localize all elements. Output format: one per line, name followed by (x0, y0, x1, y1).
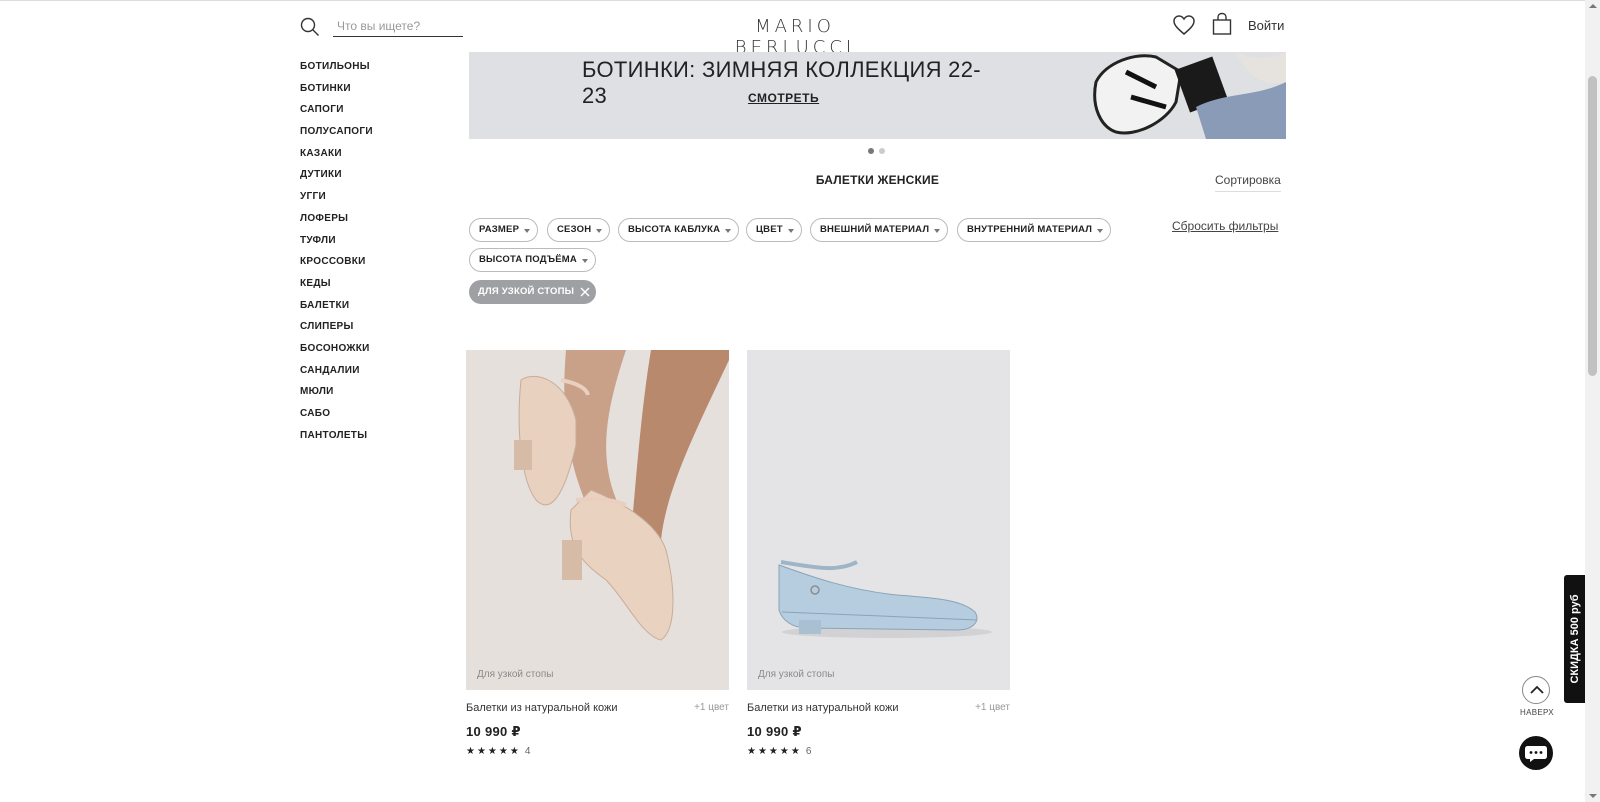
product-card[interactable]: Для узкой стопы Балетки из натуральной к… (466, 350, 729, 757)
product-tag: Для узкой стопы (477, 669, 554, 680)
scroll-to-top-label[interactable]: НАВЕРХ (1516, 708, 1558, 717)
bag-icon[interactable] (1211, 12, 1233, 36)
scrollbar-thumb[interactable] (1588, 76, 1597, 376)
sidebar-item-sabo[interactable]: САБО (300, 403, 460, 425)
chevron-down-icon (524, 229, 531, 233)
close-icon[interactable] (580, 287, 590, 297)
filter-label: ВНУТРЕННИЙ МАТЕРИАЛ (967, 224, 1093, 235)
sidebar-item-dutiki[interactable]: ДУТИКИ (300, 164, 460, 186)
filter-instep-height[interactable]: ВЫСОТА ПОДЪЁМА (469, 248, 596, 272)
sidebar-item-botinki[interactable]: БОТИНКИ (300, 78, 460, 100)
product-price: 10 990 ₽ (747, 724, 802, 739)
sort-dropdown[interactable]: Сортировка (1215, 173, 1281, 192)
filter-heel-height[interactable]: ВЫСОТА КАБЛУКА (618, 218, 740, 242)
scroll-to-top-button[interactable] (1522, 676, 1550, 704)
chevron-down-icon (596, 229, 603, 233)
sidebar-item-myuli[interactable]: МЮЛИ (300, 381, 460, 403)
heart-icon[interactable] (1172, 14, 1196, 36)
sidebar-item-slipery[interactable]: СЛИПЕРЫ (300, 316, 460, 338)
filter-label: СЕЗОН (557, 224, 592, 235)
sidebar-item-sandalii[interactable]: САНДАЛИИ (300, 360, 460, 382)
product-name[interactable]: Балетки из натуральной кожи (466, 702, 618, 714)
sidebar-item-bosonozhki[interactable]: БОСОНОЖКИ (300, 338, 460, 360)
product-colors[interactable]: +1 цвет (694, 702, 729, 713)
filter-label: ЦВЕТ (756, 224, 783, 235)
review-count: 4 (524, 746, 531, 757)
blue-ballet-flats-image (747, 350, 1010, 690)
product-colors[interactable]: +1 цвет (975, 702, 1010, 713)
sidebar-item-baletki[interactable]: БАЛЕТКИ (300, 295, 460, 317)
chevron-down-icon (934, 229, 941, 233)
banner-view-link[interactable]: СМОТРЕТЬ (748, 91, 819, 105)
sidebar-item-botilony[interactable]: БОТИЛЬОНЫ (300, 56, 460, 78)
page-title: БАЛЕТКИ ЖЕНСКИЕ (815, 173, 940, 187)
filter-label: РАЗМЕР (479, 224, 520, 235)
chevron-down-icon (1097, 229, 1104, 233)
rating-stars: ★★★★★ (747, 746, 802, 757)
product-tag: Для узкой стопы (758, 669, 835, 680)
page-scrollbar[interactable] (1585, 0, 1600, 802)
filter-label: ВЫСОТА ПОДЪЁМА (479, 254, 577, 265)
banner-boots-image (1086, 52, 1286, 139)
filter-inner-material[interactable]: ВНУТРЕННИЙ МАТЕРИАЛ (957, 218, 1112, 242)
reset-filters-link[interactable]: Сбросить фильтры (1172, 219, 1278, 233)
sidebar-item-tufli[interactable]: ТУФЛИ (300, 230, 460, 252)
discount-label[interactable]: СКИДКА 500 руб (1564, 575, 1586, 703)
sidebar-item-polusapogi[interactable]: ПОЛУСАПОГИ (300, 121, 460, 143)
sidebar-item-kazaki[interactable]: КАЗАКИ (300, 143, 460, 165)
product-image[interactable]: Для узкой стопы (747, 350, 1010, 690)
product-name[interactable]: Балетки из натуральной кожи (747, 702, 899, 714)
promo-banner[interactable]: БОТИНКИ: ЗИМНЯЯ КОЛЛЕКЦИЯ 22-23 СМОТРЕТЬ (469, 52, 1286, 139)
sidebar-item-lofery[interactable]: ЛОФЕРЫ (300, 208, 460, 230)
sidebar-item-krossovki[interactable]: КРОССОВКИ (300, 251, 460, 273)
category-sidebar: БОТИЛЬОНЫ БОТИНКИ САПОГИ ПОЛУСАПОГИ КАЗА… (300, 56, 460, 446)
chevron-up-icon (1530, 685, 1544, 694)
login-link[interactable]: Войти (1248, 18, 1284, 33)
sidebar-item-sapogi[interactable]: САПОГИ (300, 99, 460, 121)
sidebar-item-pantolety[interactable]: ПАНТОЛЕТЫ (300, 425, 460, 447)
product-rating: ★★★★★ 6 (747, 746, 811, 757)
site-header: MARIO BERLUCCI Войти (0, 0, 1585, 58)
review-count: 6 (805, 746, 812, 757)
filter-season[interactable]: СЕЗОН (547, 218, 611, 242)
slider-dot[interactable] (879, 148, 885, 154)
chevron-down-icon (581, 259, 588, 263)
beige-ballet-flats-image (466, 350, 729, 690)
banner-slider-dots (868, 148, 885, 154)
product-rating: ★★★★★ 4 (466, 746, 530, 757)
filter-label: ВЫСОТА КАБЛУКА (628, 224, 721, 235)
slider-dot[interactable] (868, 148, 874, 154)
search-icon[interactable] (300, 17, 320, 37)
chevron-down-icon (725, 229, 732, 233)
filter-color[interactable]: ЦВЕТ (746, 218, 802, 242)
filter-label: ВНЕШНИЙ МАТЕРИАЛ (820, 224, 930, 235)
scroll-up-arrow-icon[interactable] (1589, 4, 1597, 8)
chat-button[interactable] (1519, 736, 1553, 770)
filter-outer-material[interactable]: ВНЕШНИЙ МАТЕРИАЛ (810, 218, 949, 242)
product-card[interactable]: Для узкой стопы Балетки из натуральной к… (747, 350, 1010, 757)
rating-stars: ★★★★★ (466, 746, 521, 757)
sidebar-item-kedy[interactable]: КЕДЫ (300, 273, 460, 295)
chat-icon (1525, 746, 1547, 762)
sidebar-item-uggi[interactable]: УГГИ (300, 186, 460, 208)
active-filter-label: ДЛЯ УЗКОЙ СТОПЫ (478, 286, 575, 297)
product-price: 10 990 ₽ (466, 724, 521, 739)
filter-size[interactable]: РАЗМЕР (469, 218, 539, 242)
scroll-down-arrow-icon[interactable] (1589, 794, 1597, 798)
chevron-down-icon (787, 229, 794, 233)
search-input[interactable] (333, 15, 463, 37)
product-image[interactable]: Для узкой стопы (466, 350, 729, 690)
active-filter-chip[interactable]: ДЛЯ УЗКОЙ СТОПЫ (469, 280, 597, 304)
